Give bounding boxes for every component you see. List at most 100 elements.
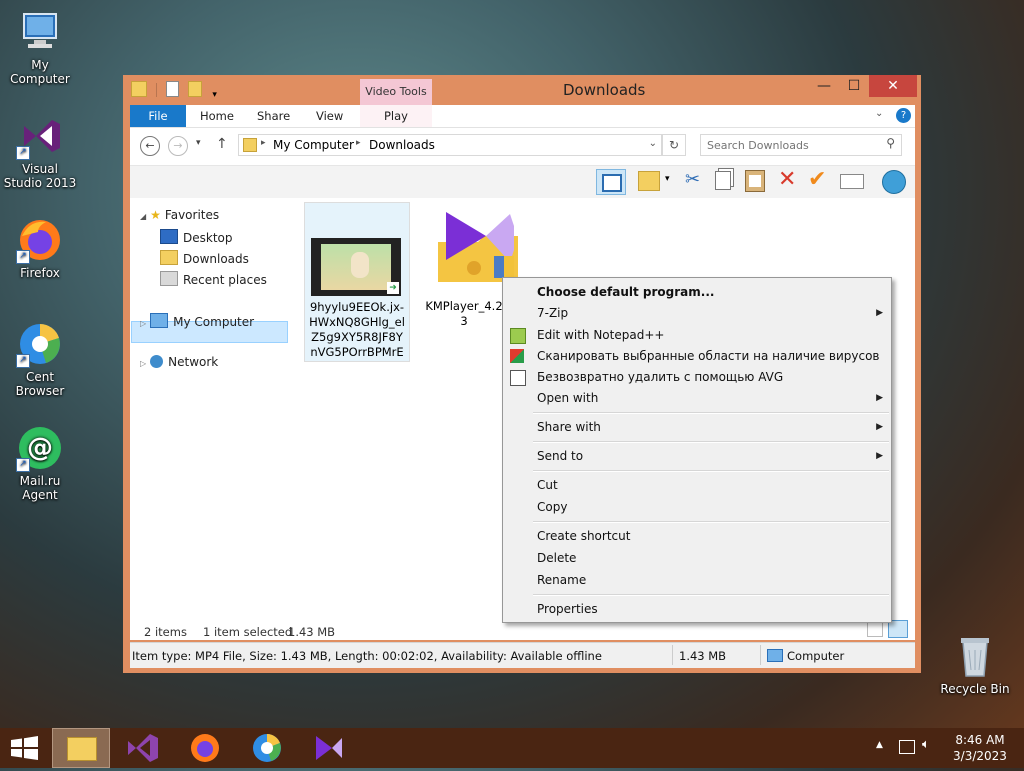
separator [155,83,157,97]
quick-access-toolbar: ▾ [131,81,217,100]
cent-browser-icon: ↗ [16,320,64,368]
menu-item-copy[interactable]: Copy [537,500,567,514]
minimize-button[interactable]: — [809,75,839,97]
checkmark-icon[interactable]: ✔ [808,167,826,192]
desktop-icon-recycle-bin[interactable]: Recycle Bin [935,632,1015,696]
computer-icon [150,313,169,328]
folder-icon [131,81,147,97]
search-icon[interactable]: ⚲ [886,136,895,150]
close-button[interactable]: ✕ [869,75,917,97]
volume-icon[interactable]: 🔈︎ [922,737,930,752]
desktop-icon-cent-browser[interactable]: ↗ Cent Browser [0,320,80,398]
menu-item-rename[interactable]: Rename [537,573,586,587]
menu-item-cut[interactable]: Cut [537,478,558,492]
back-button[interactable]: ← [140,136,160,156]
context-menu: Choose default program... 7-Zip ▶ Edit w… [502,277,892,623]
maximize-button[interactable]: ☐ [839,75,869,97]
file-size: 1.43 MB [679,649,727,663]
recycle-bin-icon [951,632,999,680]
tab-play[interactable]: Play [360,105,432,127]
recent-locations-icon[interactable]: ▾ [196,138,201,148]
menu-item-delete[interactable]: Delete [537,551,576,565]
desktop-icon-visual-studio[interactable]: ↗ Visual Studio 2013 [0,112,80,190]
paste-icon[interactable] [745,170,765,192]
menu-item-properties[interactable]: Properties [537,602,598,616]
submenu-arrow-icon: ▶ [876,308,883,318]
preview-pane-button[interactable] [596,169,626,195]
clock[interactable]: 8:46 AM 3/3/2023 [952,732,1008,764]
kmplayer-icon [316,736,342,760]
nav-label: Downloads [183,252,249,266]
firefox-icon: ↗ [16,216,64,264]
expand-arrow-icon[interactable]: ▷ [140,359,146,368]
menu-item-edit-with-notepad[interactable]: Edit with Notepad++ [537,328,664,342]
breadcrumb-separator-icon[interactable]: ▸ [356,138,361,148]
help-icon[interactable]: ? [896,108,911,123]
downloads-folder-icon [160,250,178,265]
menu-item-scan-for-viruses[interactable]: Сканировать выбранные области на наличие… [537,349,880,363]
details-view-button[interactable] [867,622,883,637]
nav-desktop[interactable]: Desktop [160,229,233,245]
desktop-icon-mailru-agent[interactable]: @ ↗ Mail.ru Agent [0,424,80,502]
nav-network[interactable]: ▷ Network [140,355,218,369]
dropdown-icon[interactable]: ▾ [665,174,670,184]
menu-item-share-with[interactable]: Share with [537,420,601,434]
refresh-button[interactable]: ↻ [662,134,686,156]
breadcrumb-my-computer[interactable]: My Computer [273,138,354,152]
menu-item-send-to[interactable]: Send to [537,449,583,463]
tab-file[interactable]: File [130,105,186,127]
globe-icon[interactable] [882,170,906,194]
desktop-icon-firefox[interactable]: ↗ Firefox [0,216,80,280]
address-bar[interactable]: ▸ My Computer ▸ Downloads ⌄ [238,134,662,156]
menu-item-avg-permanent-delete[interactable]: Безвозвратно удалить с помощью AVG [537,370,783,384]
menu-item-create-shortcut[interactable]: Create shortcut [537,529,630,543]
up-button[interactable]: ↑ [216,136,228,152]
taskbar-media-player[interactable] [300,728,358,768]
search-input[interactable] [705,137,879,153]
cut-icon[interactable]: ✂ [685,169,700,190]
menu-separator [533,521,889,523]
taskbar-firefox[interactable] [176,728,234,768]
start-button[interactable] [0,728,58,768]
nav-downloads-label-row[interactable]: Downloads [160,250,249,266]
taskbar-file-explorer[interactable] [52,728,110,768]
network-tray-icon[interactable] [899,740,915,754]
forward-button[interactable]: → [168,136,188,156]
tab-home[interactable]: Home [200,105,234,127]
copy-icon[interactable] [715,171,731,190]
expand-arrow-icon[interactable]: ◢ [140,212,146,221]
taskbar-cent-browser[interactable] [238,728,296,768]
desktop-icon-my-computer[interactable]: My Computer [0,8,80,86]
computer-icon [16,8,64,56]
address-dropdown-icon[interactable]: ⌄ [649,138,657,149]
tab-view[interactable]: View [316,105,343,127]
rename-icon[interactable] [840,174,864,189]
new-folder-icon[interactable] [188,81,203,97]
menu-separator [533,412,889,414]
breadcrumb-downloads[interactable]: Downloads [369,138,435,152]
expand-arrow-icon[interactable]: ▷ [140,319,146,328]
tab-share[interactable]: Share [257,105,290,127]
title-bar[interactable]: ▾ Video Tools Downloads — ☐ ✕ [123,75,921,130]
folder-options-icon[interactable] [638,171,660,191]
customize-quick-access-icon[interactable]: ▾ [212,90,217,100]
nav-my-computer[interactable]: ▷ My Computer [140,313,254,329]
file-explorer-icon [67,737,97,761]
menu-item-7zip[interactable]: 7-Zip [537,306,568,320]
file-item-video[interactable]: ➜ 9hyylu9EEOk.jx-HWxNQ8GHlg_elZ5g9XY5R8J… [304,202,410,362]
delete-icon[interactable]: ✕ [778,167,796,192]
menu-item-choose-default-program[interactable]: Choose default program... [537,285,714,299]
nav-recent-places[interactable]: Recent places [160,271,267,287]
expand-ribbon-icon[interactable]: ⌄ [875,108,883,119]
firefox-icon [191,734,219,762]
search-box[interactable]: ⚲ [700,134,902,156]
properties-icon[interactable] [165,81,179,97]
show-hidden-icons[interactable]: ▲ [876,740,883,750]
nav-favorites[interactable]: ◢ ★ Favorites [140,208,219,222]
taskbar-visual-studio[interactable] [114,728,172,768]
mailru-agent-icon: @ ↗ [16,424,64,472]
shortcut-arrow-icon: ↗ [16,250,30,264]
menu-item-open-with[interactable]: Open with [537,391,598,405]
breadcrumb-separator-icon[interactable]: ▸ [261,138,266,148]
nav-label: Favorites [164,208,220,222]
